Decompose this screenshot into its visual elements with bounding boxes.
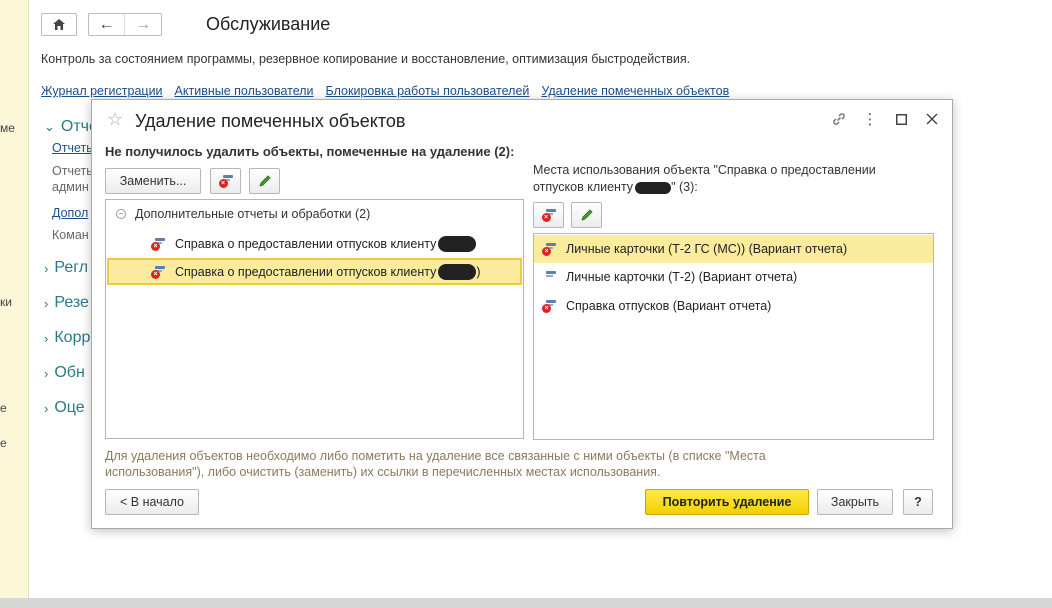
failed-objects-tree[interactable]: − Дополнительные отчеты и обработки (2) … — [105, 199, 524, 439]
page-description: Контроль за состоянием программы, резерв… — [41, 52, 691, 66]
usage-item-label: Справка отпусков (Вариант отчета) — [566, 299, 772, 313]
dialog-title: Удаление помеченных объектов — [135, 111, 406, 131]
usage-item-label: Личные карточки (Т-2 ГС (МС)) (Вариант о… — [566, 242, 848, 256]
hint-text: Для удаления объектов необходимо либо по… — [105, 449, 766, 479]
left-strip-text: ме — [0, 121, 15, 135]
report-deleted-icon: × — [542, 299, 556, 313]
sub-text: Коман — [52, 228, 89, 242]
left-strip-text: е — [0, 401, 7, 415]
link-block-users[interactable]: Блокировка работы пользователей — [326, 84, 530, 98]
usage-title-suffix: " (3): — [671, 180, 698, 194]
tree-group-row[interactable]: − Дополнительные отчеты и обработки (2) — [116, 207, 370, 221]
section-label: Корр — [54, 329, 91, 346]
section-backup[interactable]: › Резе — [44, 294, 89, 312]
redacted-blot — [438, 263, 477, 280]
left-strip-text: ки — [0, 295, 12, 309]
sub-link-additional[interactable]: Допол — [52, 206, 88, 220]
mark-delete-button[interactable]: × — [210, 168, 241, 194]
collapse-icon[interactable]: − — [116, 209, 126, 219]
left-strip-text: е — [0, 436, 7, 450]
section-regl[interactable]: › Регл — [44, 259, 88, 277]
star-icon[interactable]: ☆ — [107, 109, 123, 130]
tree-group-label: Дополнительные отчеты и обработки (2) — [135, 207, 371, 221]
back-arrow-icon[interactable]: ← — [89, 14, 125, 35]
section-label: Регл — [54, 259, 89, 276]
tree-item[interactable]: × Справка о предоставлении отпусков клие… — [107, 230, 522, 257]
sub-text: админ — [52, 180, 89, 194]
tree-item-suffix: ) — [476, 264, 481, 279]
home-icon — [53, 19, 65, 30]
back-to-start-button[interactable]: < В начало — [105, 489, 199, 515]
section-update[interactable]: › Обн — [44, 364, 85, 382]
home-button[interactable] — [41, 13, 77, 36]
section-reports[interactable]: ⌄ Отче — [44, 118, 98, 136]
link-delete-marked[interactable]: Удаление помеченных объектов — [541, 84, 729, 98]
usage-item-selected[interactable]: × Личные карточки (Т-2 ГС (МС)) (Вариант… — [534, 235, 933, 263]
section-label: Обн — [54, 364, 85, 381]
link-icon[interactable] — [830, 110, 848, 128]
usage-places-title: Места использования объекта "Справка о п… — [533, 162, 923, 196]
usage-edit-button[interactable] — [571, 202, 602, 228]
failed-objects-title: Не получилось удалить объекты, помеченны… — [105, 144, 515, 159]
delete-marked-dialog: ☆ Удаление помеченных объектов ⋮ Не полу… — [91, 99, 953, 529]
retry-delete-button[interactable]: Повторить удаление — [645, 489, 809, 515]
usage-title-text: Места использования объекта "Справка о п… — [533, 163, 876, 194]
sub-text: Отчеть — [52, 164, 93, 178]
chevron-right-icon: › — [44, 330, 49, 346]
tree-item-label: Справка о предоставлении отпусков клиент… — [175, 264, 437, 279]
close-icon[interactable] — [923, 110, 941, 128]
close-button[interactable]: Закрыть — [817, 489, 893, 515]
navigation-buttons: ← → — [88, 13, 162, 36]
delete-mark-icon: × — [541, 208, 556, 222]
pencil-icon — [580, 209, 593, 221]
link-event-log[interactable]: Журнал регистрации — [41, 84, 163, 98]
chevron-right-icon: › — [44, 260, 49, 276]
tree-item-selected[interactable]: × Справка о предоставлении отпусков клие… — [107, 258, 522, 285]
report-variant-icon — [542, 270, 556, 284]
maximize-icon[interactable] — [892, 110, 910, 128]
forward-arrow-icon[interactable]: → — [125, 14, 161, 35]
more-vertical-icon[interactable]: ⋮ — [861, 110, 879, 128]
usage-places-list[interactable]: × Личные карточки (Т-2 ГС (МС)) (Вариант… — [533, 233, 934, 440]
left-panel-strip: ме ки е е — [0, 0, 29, 598]
replace-button[interactable]: Заменить... — [105, 168, 201, 194]
report-deleted-icon: × — [542, 242, 556, 256]
usage-item-label: Личные карточки (Т-2) (Вариант отчета) — [566, 270, 798, 284]
chevron-down-icon: ⌄ — [44, 119, 55, 134]
usage-item[interactable]: Личные карточки (Т-2) (Вариант отчета) — [534, 263, 933, 291]
link-active-users[interactable]: Активные пользователи — [175, 84, 314, 98]
section-eval[interactable]: › Оце — [44, 399, 85, 417]
chevron-right-icon: › — [44, 365, 49, 381]
section-corr[interactable]: › Корр — [44, 329, 90, 347]
section-label: Оце — [54, 399, 85, 416]
usage-mark-delete-button[interactable]: × — [533, 202, 564, 228]
dialog-header: ☆ Удаление помеченных объектов ⋮ — [92, 100, 952, 140]
sub-link-reports[interactable]: Отчеты — [52, 141, 95, 155]
bottom-scrollbar[interactable] — [0, 598, 1052, 608]
chevron-right-icon: › — [44, 295, 49, 311]
help-button[interactable]: ? — [903, 489, 933, 515]
edit-button[interactable] — [249, 168, 280, 194]
redacted-blot — [438, 235, 477, 252]
quick-links: Журнал регистрации Активные пользователи… — [41, 84, 729, 98]
chevron-right-icon: › — [44, 400, 49, 416]
delete-mark-icon: × — [218, 174, 233, 188]
usage-item[interactable]: × Справка отпусков (Вариант отчета) — [534, 292, 933, 320]
report-deleted-icon: × — [151, 237, 165, 251]
tree-item-label: Справка о предоставлении отпусков клиент… — [175, 236, 437, 251]
pencil-icon — [258, 175, 271, 187]
page-title: Обслуживание — [206, 14, 331, 34]
section-label: Резе — [54, 294, 89, 311]
report-deleted-icon: × — [151, 265, 165, 279]
redacted-blot — [635, 181, 672, 194]
